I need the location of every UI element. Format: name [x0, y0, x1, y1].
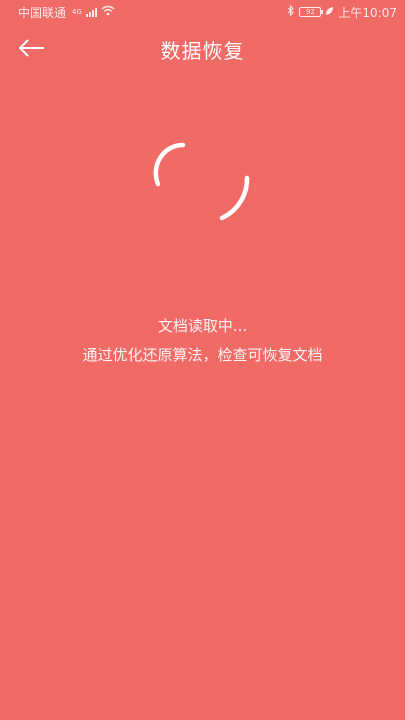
page-title: 数据恢复: [160, 39, 245, 63]
loading-description: 通过优化还原算法，检查可恢复文档: [82, 346, 323, 364]
status-left: 中国联通 4G: [18, 4, 115, 21]
leaf-icon: [325, 5, 334, 19]
signal-icon: [85, 7, 97, 17]
battery-icon: 92: [299, 7, 324, 17]
network-type-label: 4G: [72, 8, 82, 16]
clock: 上午10:07: [338, 5, 397, 20]
carrier-label: 中国联通: [18, 5, 67, 20]
status-right: 92 上午10:07: [287, 4, 397, 21]
wifi-icon: [101, 5, 115, 19]
battery-level: 92: [305, 8, 315, 16]
app-bar: 数据恢复: [0, 24, 405, 74]
status-bar: 中国联通 4G 92 上午10:07: [0, 0, 405, 24]
loading-spinner-icon: [153, 142, 250, 221]
loading-status-text: 文档读取中...: [157, 317, 248, 335]
bluetooth-icon: [287, 4, 295, 19]
